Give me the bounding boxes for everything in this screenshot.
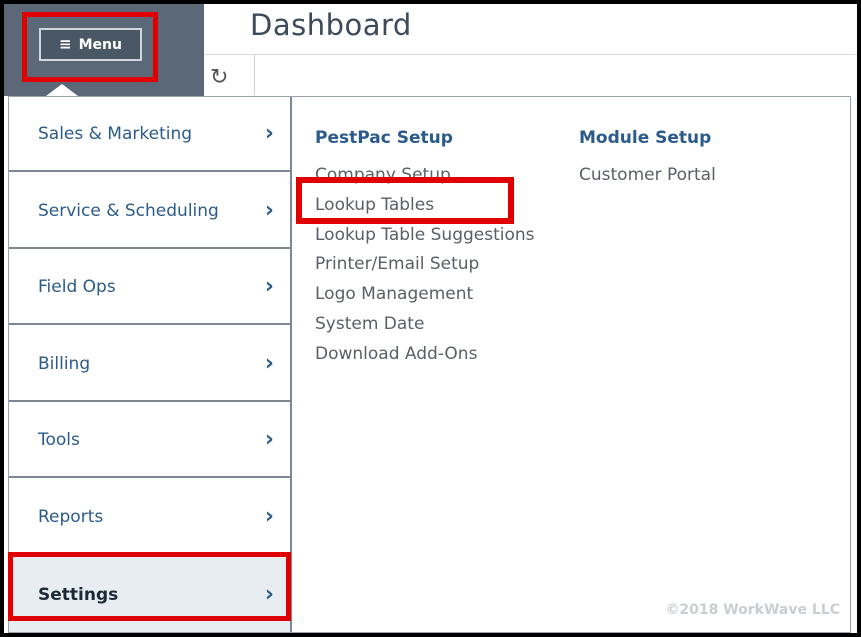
nav-item-field-ops[interactable]: Field Ops ›	[9, 250, 290, 325]
nav-item-label: Sales & Marketing	[38, 123, 193, 144]
chevron-right-icon: ›	[264, 427, 274, 452]
link-lookup-table-suggestions[interactable]: Lookup Table Suggestions	[315, 225, 535, 245]
refresh-icon: ↻	[210, 65, 229, 90]
chevron-right-icon: ›	[264, 274, 274, 299]
menu-highlight-box	[22, 12, 158, 82]
nav-item-label: Tools	[38, 429, 80, 450]
refresh-button[interactable]: ↻	[204, 55, 255, 95]
nav-item-service-scheduling[interactable]: Service & Scheduling ›	[9, 174, 290, 249]
chevron-right-icon: ›	[264, 351, 274, 376]
chevron-right-icon: ›	[264, 121, 274, 146]
nav-item-tools[interactable]: Tools ›	[9, 403, 290, 478]
link-logo-management[interactable]: Logo Management	[315, 284, 473, 304]
nav-item-label: Field Ops	[38, 276, 116, 297]
module-setup-heading: Module Setup	[579, 128, 712, 148]
chevron-right-icon: ›	[264, 198, 274, 223]
nav-item-label: Service & Scheduling	[38, 200, 219, 221]
page-header: Dashboard	[204, 4, 857, 55]
copyright-text: ©2018 WorkWave LLC	[665, 602, 840, 618]
settings-highlight-box	[8, 552, 291, 621]
nav-item-sales-marketing[interactable]: Sales & Marketing ›	[9, 97, 290, 172]
lookup-tables-highlight-box	[296, 177, 514, 224]
link-customer-portal[interactable]: Customer Portal	[579, 165, 716, 185]
nav-item-billing[interactable]: Billing ›	[9, 327, 290, 402]
toolbar	[255, 55, 857, 95]
link-printer-email-setup[interactable]: Printer/Email Setup	[315, 254, 479, 274]
chevron-right-icon: ›	[264, 504, 274, 529]
dropdown-caret	[46, 84, 78, 96]
nav-item-reports[interactable]: Reports ›	[9, 480, 290, 555]
link-download-add-ons[interactable]: Download Add-Ons	[315, 344, 477, 364]
page-title: Dashboard	[250, 8, 412, 42]
pestpac-setup-heading: PestPac Setup	[315, 128, 453, 148]
app-window: ≡ Menu Dashboard ↻ Sales & Marketing › S…	[4, 4, 857, 633]
nav-item-label: Billing	[38, 353, 91, 374]
nav-item-label: Reports	[38, 506, 104, 527]
link-system-date[interactable]: System Date	[315, 314, 424, 334]
